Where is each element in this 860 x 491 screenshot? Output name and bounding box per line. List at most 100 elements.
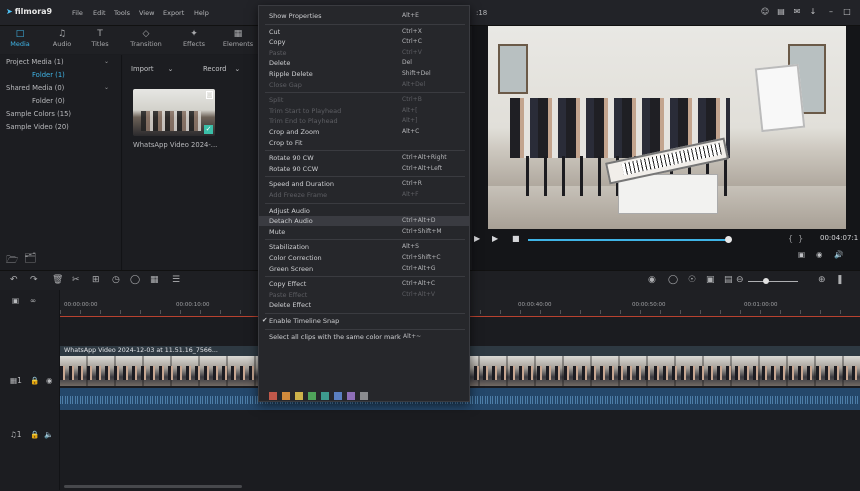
menu-item-stabilization[interactable]: Stabilization Alt+S [259,242,469,252]
menu-item-split[interactable]: Split Ctrl+B [259,95,469,105]
menu-file[interactable]: File [72,9,83,17]
play-full-icon[interactable]: ▶ [492,234,498,243]
menu-help[interactable]: Help [194,9,209,17]
menu-edit[interactable]: Edit [93,9,106,17]
menu-item-delete[interactable]: Delete Del [259,58,469,68]
timeline-scrollbar[interactable] [64,485,242,488]
color-mark-swatch[interactable] [360,392,368,400]
undo-icon[interactable]: ↶ [10,275,18,285]
chevron-down-icon[interactable]: ⌄ [104,58,109,65]
menu-item-show-properties[interactable]: Show Properties Alt+E [259,11,469,21]
stop-icon[interactable]: ■ [512,234,520,243]
library-sample-video[interactable]: Sample Video (20) [6,123,69,131]
new-folder-icon[interactable]: 🗁 [6,253,18,270]
account-icon[interactable]: ☺ [760,7,770,17]
link-icon[interactable]: ∞ [30,296,36,305]
menu-item-cut[interactable]: Cut Ctrl+X [259,27,469,37]
redo-icon[interactable]: ↷ [30,275,38,285]
color-mark-swatch[interactable] [347,392,355,400]
menu-item-rotate-90-cw[interactable]: Rotate 90 CW Ctrl+Alt+Right [259,153,469,163]
menu-item-adjust-audio[interactable]: Adjust Audio [259,206,469,216]
menu-item-mute[interactable]: Mute Ctrl+Shift+M [259,227,469,237]
volume-icon[interactable]: 🔊 [834,250,843,259]
menu-item-copy[interactable]: Copy Ctrl+C [259,37,469,47]
tab-effects[interactable]: ✦ Effects [174,28,214,48]
color-mark-swatch[interactable] [321,392,329,400]
playback-progress-bar[interactable] [528,239,728,241]
zoom-in-icon[interactable]: ⊕ [818,275,826,285]
tab-transition[interactable]: ◇ Transition [126,28,166,48]
color-mark-swatch[interactable] [308,392,316,400]
menu-item-color-correction[interactable]: Color Correction Ctrl+Shift+C [259,253,469,263]
color-mark-swatch[interactable] [269,392,277,400]
maximize-icon[interactable]: □ [842,7,852,17]
library-folder-selected[interactable]: Folder (1) [32,71,65,79]
menu-item-trim-start-to-playhead[interactable]: Trim Start to Playhead Alt+[ [259,106,469,116]
menu-item-paste-effect[interactable]: Paste Effect Ctrl+Alt+V [259,290,469,300]
menu-item-trim-end-to-playhead[interactable]: Trim End to Playhead Alt+] [259,116,469,126]
menu-tools[interactable]: Tools [114,9,130,17]
menu-item-close-gap[interactable]: Close Gap Alt+Del [259,80,469,90]
chevron-down-icon[interactable]: ⌄ [104,84,109,91]
mark-in-out-icon[interactable]: { } [788,234,803,243]
speed-icon[interactable]: ◷ [112,275,120,285]
playback-scrubber[interactable] [725,236,732,243]
mail-icon[interactable]: ✉ [792,7,802,17]
menu-item-crop-and-zoom[interactable]: Crop and Zoom Alt+C [259,127,469,137]
library-shared-folder[interactable]: Folder (0) [32,97,65,105]
media-clip-thumbnail[interactable]: □ ✓ [133,89,215,136]
render-icon[interactable]: ◉ [648,275,656,285]
audio-track-empty[interactable] [60,418,860,458]
save-icon[interactable]: ▤ [776,7,786,17]
menu-item-speed-and-duration[interactable]: Speed and Duration Ctrl+R [259,179,469,189]
eye-icon[interactable]: ◉ [46,376,53,385]
zoom-out-icon[interactable]: ⊖ [736,275,744,285]
voiceover-icon[interactable]: ▣ [706,275,715,285]
import-button[interactable]: Import ⌄ [131,62,183,76]
microphone-icon[interactable]: ☉ [688,275,696,285]
menu-item-select-all-clips-with-the-same-color-mark[interactable]: Select all clips with the same color mar… [259,332,469,342]
menu-item-delete-effect[interactable]: Delete Effect [259,300,469,310]
minimize-icon[interactable]: – [826,7,836,17]
add-track-icon[interactable]: ▣ [12,296,19,305]
menu-item-green-screen[interactable]: Green Screen Ctrl+Alt+G [259,264,469,274]
library-sample-colors[interactable]: Sample Colors (15) [6,110,71,118]
color-mark-swatch[interactable] [295,392,303,400]
zoom-slider-track[interactable] [748,281,798,282]
zoom-slider-handle[interactable] [763,278,769,284]
lock-icon[interactable]: 🔒 [30,376,39,385]
record-button[interactable]: Record ⌄ [203,62,258,76]
marker-icon[interactable]: ◯ [668,275,678,285]
menu-item-copy-effect[interactable]: Copy Effect Ctrl+Alt+C [259,279,469,289]
snapshot-icon[interactable]: ▤ [724,275,733,285]
color-icon[interactable]: ◯ [130,275,140,285]
green-screen-icon[interactable]: ▦ [150,275,159,285]
menu-item-enable-timeline-snap[interactable]: ✔ Enable Timeline Snap [259,316,469,326]
delete-icon[interactable]: 🗑 [52,275,63,285]
download-icon[interactable]: ↓ [808,7,818,17]
add-folder-icon[interactable]: 🗂 [24,253,37,264]
color-mark-swatch[interactable] [282,392,290,400]
audio-mixer-icon[interactable]: ☰ [172,275,180,285]
tab-media[interactable]: □ Media [0,28,40,48]
snapshot-icon[interactable]: ◉ [816,250,823,259]
color-mark-swatch[interactable] [334,392,342,400]
cut-icon[interactable]: ✂ [72,275,80,285]
menu-item-paste[interactable]: Paste Ctrl+V [259,48,469,58]
video-preview[interactable] [488,26,846,229]
crop-icon[interactable]: ⊞ [92,275,100,285]
speaker-icon[interactable]: 🔈 [44,430,53,439]
play-icon[interactable]: ▶ [474,234,480,243]
tab-elements[interactable]: ▦ Elements [218,28,258,48]
menu-item-add-freeze-frame[interactable]: Add Freeze Frame Alt+F [259,190,469,200]
menu-item-rotate-90-ccw[interactable]: Rotate 90 CCW Ctrl+Alt+Left [259,164,469,174]
menu-export[interactable]: Export [163,9,184,17]
menu-item-detach-audio[interactable]: Detach Audio Ctrl+Alt+D [259,216,469,227]
menu-view[interactable]: View [139,9,154,17]
pause-icon[interactable]: ❚ [836,275,844,285]
lock-icon[interactable]: 🔒 [30,430,39,439]
tab-titles[interactable]: T Titles [80,28,120,48]
library-shared-media[interactable]: Shared Media (0) [6,84,64,92]
menu-item-crop-to-fit[interactable]: Crop to Fit [259,138,469,148]
menu-item-ripple-delete[interactable]: Ripple Delete Shift+Del [259,69,469,79]
